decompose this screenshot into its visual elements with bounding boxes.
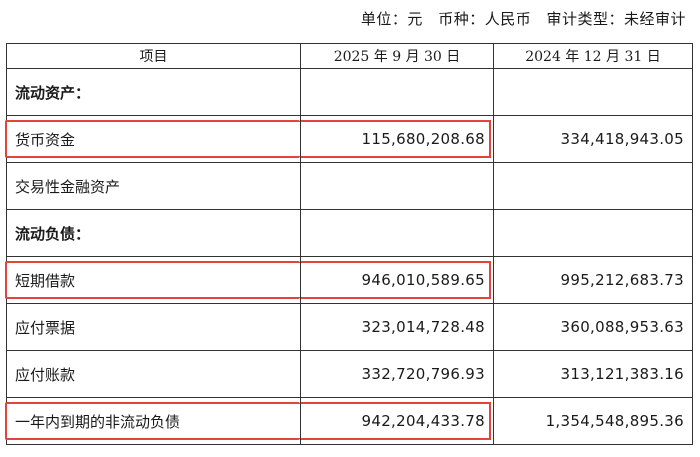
row-label: 应付票据: [6, 303, 301, 351]
table-row-trading-financial-assets: 交易性金融资产: [6, 162, 693, 210]
row-value-2024: [493, 209, 693, 257]
table-row-accounts-payable: 应付账款 332,720,796.93 313,121,383.16: [6, 350, 693, 398]
audit-type-label: 审计类型：未经审计: [546, 10, 686, 28]
row-value-2025: [300, 162, 494, 210]
row-value-2024: 313,121,383.16: [493, 350, 693, 398]
row-value-2024: 360,088,953.63: [493, 303, 693, 351]
header-2025-09-30: 2025 年 9 月 30 日: [300, 43, 494, 69]
row-label: 交易性金融资产: [6, 162, 301, 210]
table-row-non-current-liabilities-due: 一年内到期的非流动负债 942,204,433.78 1,354,548,895…: [5, 397, 693, 445]
row-label: 流动资产：: [6, 68, 301, 116]
header-2024-12-31: 2024 年 12 月 31 日: [493, 43, 693, 69]
row-label: 应付账款: [6, 350, 301, 398]
table-row-short-term-loans: 短期借款 946,010,589.65 995,212,683.73: [5, 256, 693, 304]
row-value-2025: 946,010,589.65: [300, 256, 494, 304]
row-value-2025: 332,720,796.93: [300, 350, 494, 398]
row-label: 短期借款: [5, 256, 301, 304]
row-label: 流动负债：: [6, 209, 301, 257]
row-label: 一年内到期的非流动负债: [5, 397, 301, 445]
table-row-section-current-liabilities: 流动负债：: [6, 209, 693, 257]
table-row-section-current-assets: 流动资产：: [6, 68, 693, 116]
row-label: 货币资金: [5, 115, 301, 163]
currency-label: 币种：人民币: [438, 10, 532, 28]
header-item: 项目: [6, 43, 301, 69]
row-value-2024: [493, 162, 693, 210]
row-value-2024: 334,418,943.05: [493, 115, 693, 163]
document-page: 单位：元 币种：人民币 审计类型：未经审计 项目 2025 年 9 月 30 日…: [0, 0, 700, 457]
table-row-notes-payable: 应付票据 323,014,728.48 360,088,953.63: [6, 303, 693, 351]
row-value-2024: [493, 68, 693, 116]
row-value-2025: 115,680,208.68: [300, 115, 494, 163]
balance-sheet-table: 项目 2025 年 9 月 30 日 2024 年 12 月 31 日 流动资产…: [5, 43, 693, 445]
row-value-2024: 1,354,548,895.36: [493, 397, 693, 445]
row-value-2025: [300, 68, 494, 116]
row-value-2024: 995,212,683.73: [493, 256, 693, 304]
row-value-2025: 323,014,728.48: [300, 303, 494, 351]
unit-label: 单位：元: [360, 10, 423, 28]
row-value-2025: 942,204,433.78: [300, 397, 494, 445]
report-meta: 单位：元 币种：人民币 审计类型：未经审计: [351, 8, 686, 29]
row-value-2025: [300, 209, 494, 257]
table-header-row: 项目 2025 年 9 月 30 日 2024 年 12 月 31 日: [6, 43, 693, 69]
table-row-cash: 货币资金 115,680,208.68 334,418,943.05: [5, 115, 693, 163]
